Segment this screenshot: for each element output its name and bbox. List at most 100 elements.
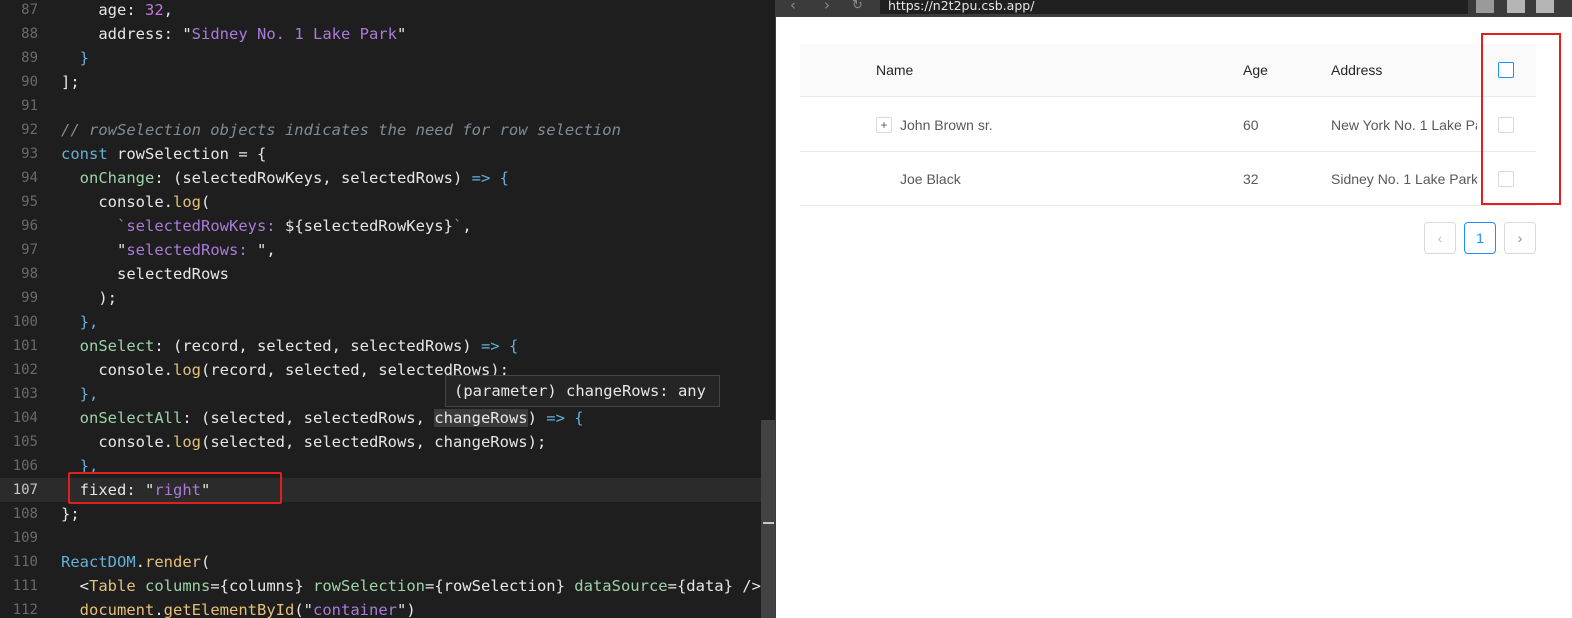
- address-cell: Sidney No. 1 Lake Park: [1331, 170, 1477, 187]
- code-line[interactable]: 99 );: [0, 286, 776, 310]
- line-number: 102: [12, 362, 38, 378]
- line-number: 88: [21, 26, 38, 42]
- code-line[interactable]: 88 address: "Sidney No. 1 Lake Park": [0, 22, 776, 46]
- code-line[interactable]: 105 console.log(selected, selectedRows, …: [0, 430, 776, 454]
- code-text: const rowSelection = {: [61, 142, 266, 166]
- code-line[interactable]: 108};: [0, 502, 776, 526]
- code-editor[interactable]: 87 age: 32, 88 address: "Sidney No. 1 Lak…: [0, 0, 776, 618]
- line-number: 87: [21, 2, 38, 18]
- code-text: onChange: (selectedRowKeys, selectedRows…: [61, 166, 509, 190]
- code-line[interactable]: 101 onSelect: (record, selected, selecte…: [0, 334, 776, 358]
- code-text: },: [61, 382, 99, 406]
- pagination-prev-button[interactable]: ‹: [1424, 222, 1456, 254]
- code-line[interactable]: 93 const rowSelection = {: [0, 142, 776, 166]
- code-token: : (selected, selectedRows,: [182, 409, 435, 427]
- code-text: console.log(record, selected, selectedRo…: [61, 358, 509, 382]
- expand-icon[interactable]: +: [876, 116, 892, 133]
- column-header-address[interactable]: Address: [1331, 44, 1491, 96]
- chevron-right-icon[interactable]: ›: [824, 0, 830, 14]
- code-text: address: "Sidney No. 1 Lake Park": [61, 22, 406, 46]
- code-line[interactable]: 112 document.getElementById("container"): [0, 598, 776, 618]
- split-view-icon[interactable]: [1507, 0, 1525, 13]
- chevron-left-icon[interactable]: ‹: [790, 0, 796, 14]
- code-token: onSelect: [79, 337, 155, 355]
- open-window-icon[interactable]: [1536, 0, 1554, 13]
- column-header-name[interactable]: Name: [876, 44, 1176, 96]
- code-line[interactable]: 109: [0, 526, 776, 550]
- code-token: age: [98, 1, 127, 19]
- code-token: onSelectAll: [79, 409, 183, 427]
- code-line[interactable]: 96 `selectedRowKeys: ${selectedRowKeys}`…: [0, 214, 776, 238]
- code-line[interactable]: 100 },: [0, 310, 776, 334]
- code-token: }: [79, 49, 90, 67]
- code-token: Table: [89, 577, 136, 595]
- code-line[interactable]: 110 ReactDOM.render(: [0, 550, 776, 574]
- code-token: {: [499, 337, 519, 355]
- code-line[interactable]: 111 <Table columns={columns} rowSelectio…: [0, 574, 776, 598]
- code-text: },: [61, 310, 99, 334]
- code-token: rowSelection = {: [107, 145, 267, 163]
- code-line[interactable]: 95 console.log(: [0, 190, 776, 214]
- code-line[interactable]: 90];: [0, 70, 776, 94]
- line-number: 103: [12, 386, 38, 402]
- code-token: {: [490, 169, 509, 187]
- table-row: + John Brown sr. 60 New York No. 1 Lake …: [800, 98, 1536, 152]
- code-token: ": [303, 601, 314, 618]
- code-token: columns: [145, 577, 211, 595]
- code-text: `selectedRowKeys: ${selectedRowKeys}`,: [61, 214, 472, 238]
- editor-scrollbar[interactable]: [761, 420, 775, 618]
- code-line[interactable]: 87 age: 32,: [0, 0, 776, 22]
- code-text: "selectedRows: ",: [61, 238, 276, 262]
- code-token: =>: [480, 337, 500, 355]
- line-number: 95: [21, 194, 38, 210]
- code-text: document.getElementById("container"): [61, 598, 416, 618]
- code-token: address: [98, 25, 164, 43]
- code-token: ": [396, 25, 407, 43]
- code-line[interactable]: 91: [0, 94, 776, 118]
- code-line[interactable]: 104 onSelectAll: (selected, selectedRows…: [0, 406, 776, 430]
- extension-icon[interactable]: [1476, 0, 1494, 13]
- pagination-next-button[interactable]: ›: [1504, 222, 1536, 254]
- code-line[interactable]: 97 "selectedRows: ",: [0, 238, 776, 262]
- line-number: 107: [12, 482, 38, 498]
- name-cell: + John Brown sr.: [876, 98, 1236, 151]
- code-token: console: [98, 193, 164, 211]
- line-number: 105: [12, 434, 38, 450]
- code-token: ${selectedRowKeys}: [284, 217, 453, 235]
- code-line[interactable]: 98 selectedRows: [0, 262, 776, 286]
- code-token: const: [61, 145, 108, 163]
- code-text: selectedRows: [61, 262, 229, 286]
- code-token: .: [135, 553, 145, 571]
- reload-icon[interactable]: ↻: [852, 0, 863, 13]
- line-number: 90: [21, 74, 38, 90]
- column-header-age[interactable]: Age: [1243, 44, 1303, 96]
- code-token: ): [406, 601, 416, 618]
- line-number: 111: [12, 578, 38, 594]
- code-token: ];: [61, 73, 80, 91]
- code-token: ": [117, 241, 127, 259]
- code-text: ReactDOM.render(: [61, 550, 210, 574]
- code-token: : (record, selected, selectedRows): [154, 337, 481, 355]
- code-token: (: [294, 601, 304, 618]
- url-bar[interactable]: https://n2t2pu.csb.app/: [880, 0, 1468, 14]
- code-token: <: [61, 577, 89, 595]
- code-line[interactable]: 92 // rowSelection objects indicates the …: [0, 118, 776, 142]
- code-line[interactable]: 94 onChange: (selectedRowKeys, selectedR…: [0, 166, 776, 190]
- code-token: rowSelection: [313, 577, 425, 595]
- code-token: log: [173, 433, 201, 451]
- line-number: 104: [12, 410, 38, 426]
- code-text: <Table columns={columns} rowSelection={r…: [61, 574, 771, 598]
- pagination-page-1[interactable]: 1: [1464, 222, 1496, 254]
- line-number: 91: [21, 98, 38, 114]
- code-token: .: [154, 601, 164, 618]
- code-line[interactable]: 89 }: [0, 46, 776, 70]
- browser-preview: ‹ › ↻ https://n2t2pu.csb.app/ Name Age A…: [776, 0, 1572, 618]
- code-token: selectedRows:: [126, 241, 257, 259]
- code-text: console.log(: [61, 190, 210, 214]
